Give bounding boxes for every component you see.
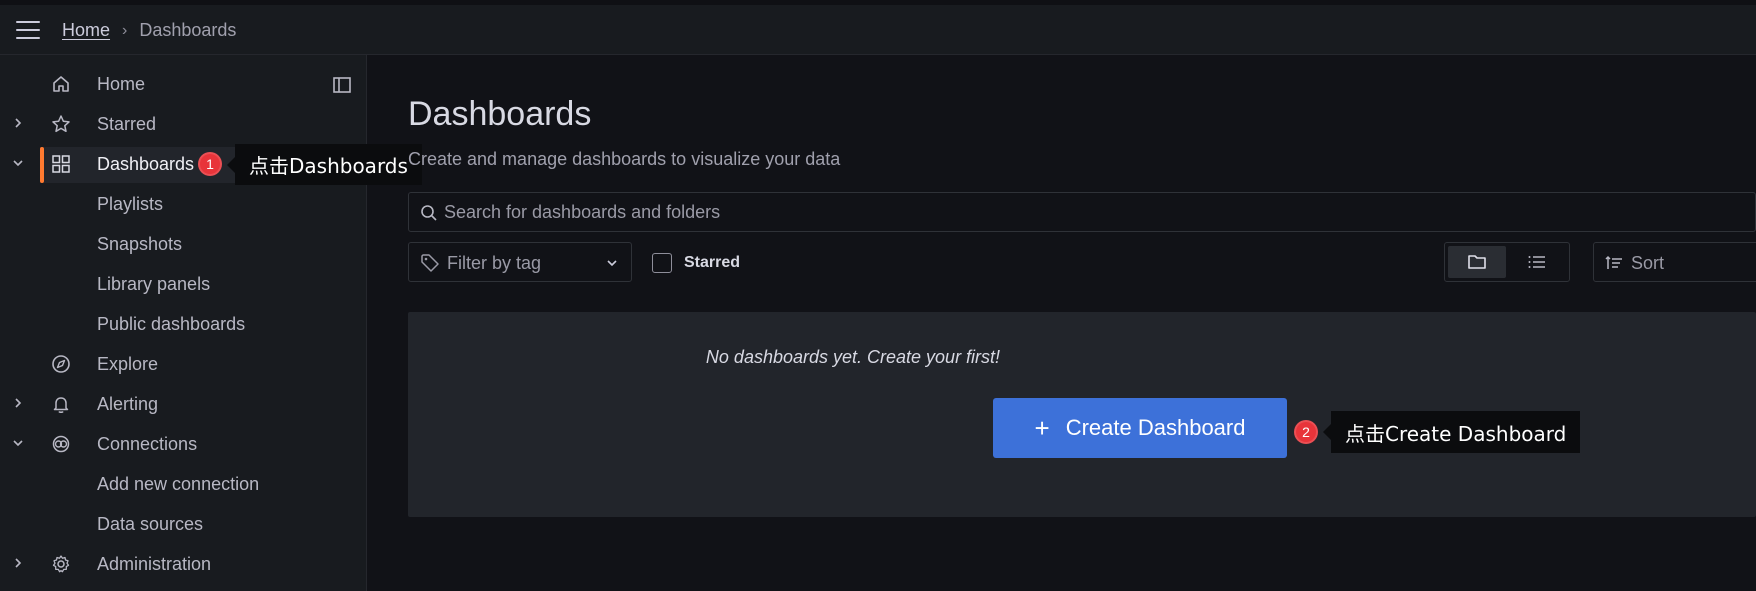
sidebar-item-label: Alerting	[97, 394, 159, 414]
search-box[interactable]	[408, 192, 1756, 232]
page-title: Dashboards	[408, 95, 592, 133]
chevron-right-icon[interactable]	[12, 115, 24, 131]
sidebar-item-snapshots[interactable]: Snapshots	[0, 225, 367, 263]
breadcrumb-current: Dashboards	[139, 20, 237, 40]
breadcrumb-home-link[interactable]: Home	[62, 20, 110, 41]
sidebar-item-alerting[interactable]: Alerting	[0, 385, 367, 423]
main-content: Dashboards Create and manage dashboards …	[368, 55, 1756, 591]
sidebar-item-label: Starred	[97, 114, 157, 134]
chevron-right-icon[interactable]	[12, 555, 24, 571]
tag-filter-label: Filter by tag	[447, 253, 542, 273]
home-icon	[53, 76, 69, 92]
chevron-down-icon[interactable]	[12, 435, 24, 451]
starred-checkbox-label[interactable]: Starred	[684, 254, 740, 272]
sidebar-item-label: Connections	[97, 434, 198, 454]
sidebar-item-label: Snapshots	[97, 234, 183, 254]
sidebar: Home Starred Dashboards Playlists Snapsh…	[0, 55, 367, 591]
starred-checkbox[interactable]	[652, 253, 672, 273]
breadcrumb-separator: ›	[122, 21, 128, 39]
empty-state-text: No dashboards yet. Create your first!	[705, 347, 1001, 367]
sidebar-item-public-dashboards[interactable]: Public dashboards	[0, 305, 367, 343]
search-input[interactable]	[444, 193, 1444, 231]
grid-icon	[52, 155, 70, 173]
folder-view-button[interactable]	[1448, 246, 1506, 278]
sidebar-item-explore[interactable]: Explore	[0, 345, 367, 383]
sort-icon	[1605, 255, 1622, 269]
connections-icon	[52, 435, 70, 453]
sort-select[interactable]: Sort	[1593, 242, 1756, 282]
chevron-down-icon[interactable]	[12, 155, 24, 171]
star-icon	[52, 115, 70, 133]
sort-label: Sort	[1631, 253, 1665, 273]
sidebar-item-add-new-connection[interactable]: Add new connection	[0, 465, 367, 503]
bell-icon	[53, 397, 69, 413]
sidebar-item-label: Dashboards	[97, 154, 195, 174]
list-view-button[interactable]	[1508, 246, 1566, 278]
annotation-badge-1: 1	[198, 152, 222, 176]
sidebar-item-home[interactable]: Home	[0, 65, 367, 103]
annotation-tooltip-2: 点击Create Dashboard	[1322, 411, 1581, 453]
sidebar-item-label: Playlists	[97, 194, 164, 214]
top-bar: Home › Dashboards	[0, 0, 1756, 55]
sidebar-item-label: Data sources	[97, 514, 204, 534]
create-dashboard-button[interactable]: + Create Dashboard	[993, 398, 1287, 458]
tag-filter-select[interactable]: Filter by tag	[408, 242, 632, 282]
sidebar-item-starred[interactable]: Starred	[0, 105, 367, 143]
sidebar-item-connections[interactable]: Connections	[0, 425, 367, 463]
plus-icon: +	[1034, 412, 1050, 443]
list-icon	[1528, 256, 1545, 268]
page-subtitle: Create and manage dashboards to visualiz…	[408, 149, 841, 169]
sidebar-item-label: Explore	[97, 354, 159, 374]
sidebar-item-administration[interactable]: Administration	[0, 545, 367, 583]
menu-icon[interactable]	[16, 21, 40, 41]
search-icon	[421, 205, 437, 221]
sidebar-item-label: Public dashboards	[97, 314, 246, 334]
compass-icon	[52, 355, 70, 373]
active-indicator	[40, 147, 44, 183]
tag-icon	[421, 254, 439, 272]
folder-icon	[1468, 255, 1486, 269]
sidebar-item-data-sources[interactable]: Data sources	[0, 505, 367, 543]
sidebar-item-label: Library panels	[97, 274, 211, 294]
chevron-right-icon[interactable]	[12, 395, 24, 411]
chevron-down-icon	[607, 260, 617, 267]
breadcrumb: Home › Dashboards	[62, 20, 236, 41]
sidebar-item-playlists[interactable]: Playlists	[0, 185, 367, 223]
sidebar-item-label: Home	[97, 74, 146, 94]
sidebar-item-label: Administration	[97, 554, 212, 574]
annotation-badge-2: 2	[1294, 420, 1318, 444]
sidebar-item-label: Add new connection	[97, 474, 260, 494]
sidebar-item-library-panels[interactable]: Library panels	[0, 265, 367, 303]
view-toggle	[1444, 242, 1570, 282]
gear-icon	[52, 555, 70, 573]
create-dashboard-label: Create Dashboard	[1065, 415, 1246, 440]
